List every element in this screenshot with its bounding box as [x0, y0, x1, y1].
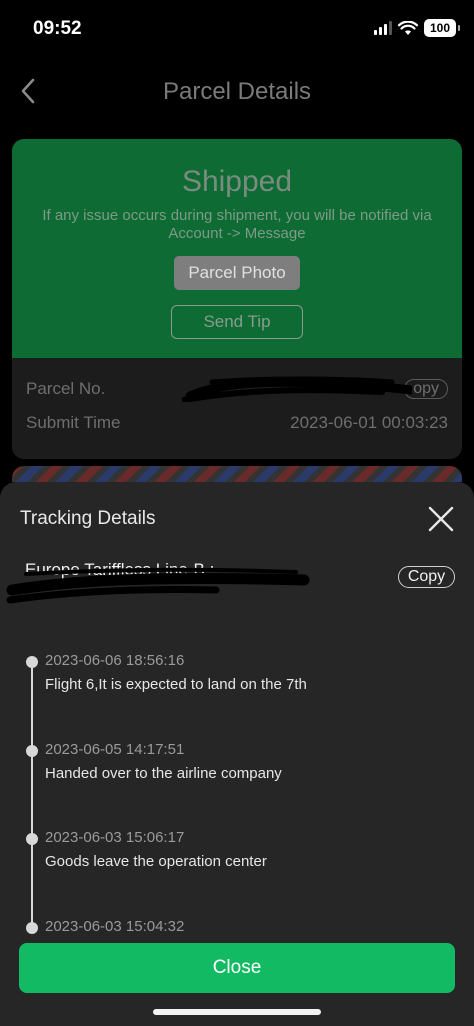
redaction-scribble [182, 376, 412, 402]
submit-time-label: Submit Time [26, 413, 121, 432]
parcel-info: Parcel No. opy Submit Time 2023-06-01 00… [12, 358, 462, 440]
timeline-dot [26, 833, 38, 845]
redaction-scribble [6, 567, 310, 604]
home-indicator[interactable] [153, 1009, 321, 1015]
timeline-line [31, 662, 33, 932]
status-header: Shipped If any issue occurs during shipm… [12, 139, 462, 358]
event-description: Goods leave the operation center [45, 853, 267, 870]
sheet-title: Tracking Details [20, 508, 156, 529]
submit-time-row: Submit Time 2023-06-01 00:03:23 [12, 406, 462, 440]
event-time: 2023-06-03 15:04:32 [45, 918, 185, 935]
nav-bar: Parcel Details [0, 68, 474, 116]
event-time: 2023-06-03 15:06:17 [45, 829, 185, 846]
event-time: 2023-06-05 14:17:51 [45, 741, 185, 758]
timeline-dot [26, 745, 38, 757]
close-button[interactable]: Close [19, 943, 455, 993]
timeline-dot [26, 922, 38, 934]
submit-time-value: 2023-06-01 00:03:23 [290, 413, 448, 432]
close-x-icon[interactable] [426, 504, 456, 534]
status-note: If any issue occurs during shipment, you… [42, 207, 432, 242]
shipment-status: Shipped [181, 165, 293, 198]
parcel-status-card: Shipped If any issue occurs during shipm… [12, 139, 462, 459]
parcel-no-row: Parcel No. opy [12, 372, 462, 406]
send-tip-button[interactable]: Send Tip [171, 305, 303, 339]
copy-tracking-button[interactable]: Copy [398, 566, 455, 588]
event-time: 2023-06-06 18:56:16 [45, 652, 185, 669]
event-description: Handed over to the airline company [45, 765, 282, 782]
parcel-photo-button[interactable]: Parcel Photo [174, 256, 300, 290]
parcel-no-label: Parcel No. [26, 379, 106, 398]
event-description: Flight 6,It is expected to land on the 7… [45, 676, 307, 693]
timeline-dot [26, 656, 38, 668]
page-title: Parcel Details [162, 78, 312, 105]
airmail-border [12, 466, 462, 482]
